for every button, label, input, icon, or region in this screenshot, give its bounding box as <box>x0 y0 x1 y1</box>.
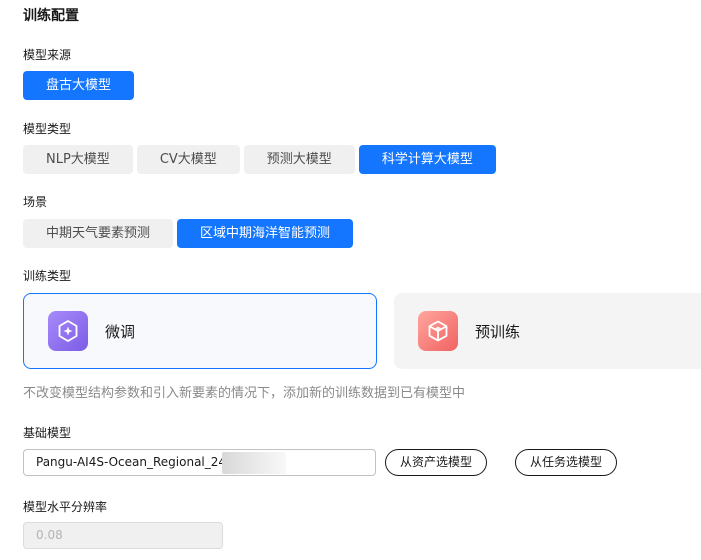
horizontal-resolution-input: 0.08 <box>23 522 223 549</box>
training-type-label: 训练类型 <box>23 269 72 283</box>
pretrain-card[interactable]: 预训练 <box>394 293 701 369</box>
option-nlp-model[interactable]: NLP大模型 <box>23 145 133 174</box>
horizontal-resolution-label: 模型水平分辨率 <box>23 500 108 514</box>
base-model-input[interactable]: Pangu-AI4S-Ocean_Regional_24h- <box>23 449 376 476</box>
finetune-card[interactable]: 微调 <box>23 293 377 369</box>
finetune-label: 微调 <box>105 322 136 341</box>
option-forecast-model[interactable]: 预测大模型 <box>243 145 355 174</box>
model-type-options: NLP大模型 CV大模型 预测大模型 科学计算大模型 <box>23 145 496 174</box>
section-title: 训练配置 <box>23 8 79 24</box>
model-source-label: 模型来源 <box>23 48 72 62</box>
option-cv-model[interactable]: CV大模型 <box>136 145 240 174</box>
pretrain-icon <box>418 311 458 351</box>
option-pangu-model[interactable]: 盘古大模型 <box>23 71 135 100</box>
finetune-icon <box>48 311 88 351</box>
base-model-label: 基础模型 <box>23 426 72 440</box>
select-from-tasks-button[interactable]: 从任务选模型 <box>515 449 618 476</box>
pretrain-label: 预训练 <box>475 322 521 341</box>
option-regional-ocean[interactable]: 区域中期海洋智能预测 <box>177 219 354 248</box>
select-from-assets-button[interactable]: 从资产选模型 <box>385 449 488 476</box>
option-scientific-model[interactable]: 科学计算大模型 <box>358 145 496 174</box>
redacted-mask <box>222 452 286 474</box>
model-type-label: 模型类型 <box>23 122 72 136</box>
scene-label: 场景 <box>23 195 48 209</box>
model-source-options: 盘古大模型 <box>23 71 135 100</box>
training-type-description: 不改变模型结构参数和引入新要素的情况下，添加新的训练数据到已有模型中 <box>23 386 466 401</box>
option-medium-weather[interactable]: 中期天气要素预测 <box>23 219 174 248</box>
scene-options: 中期天气要素预测 区域中期海洋智能预测 <box>23 219 354 248</box>
